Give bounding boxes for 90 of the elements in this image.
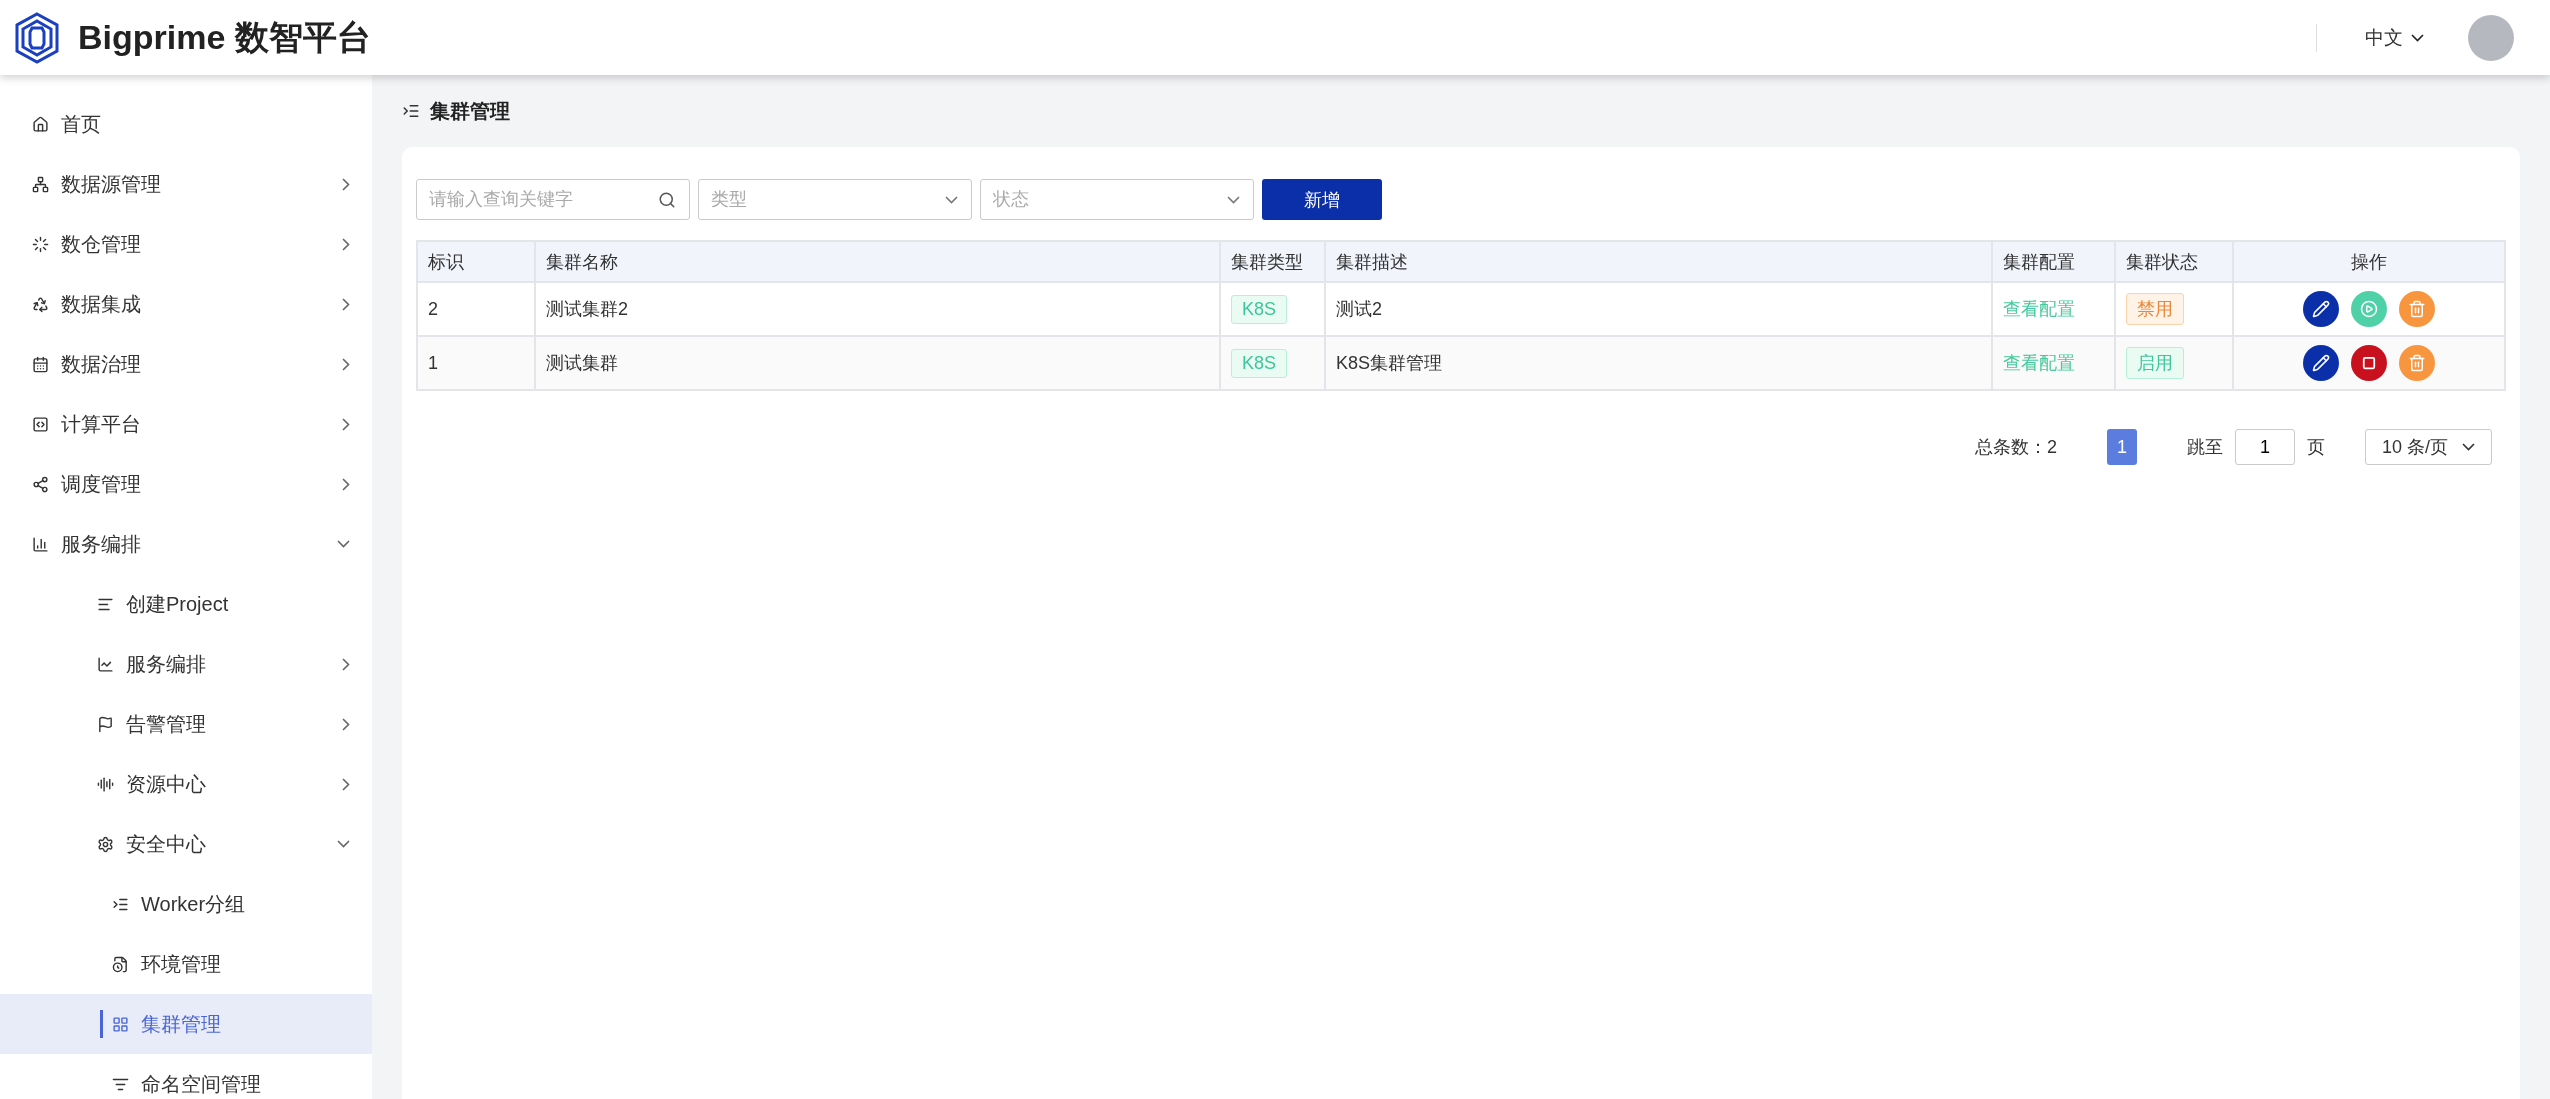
chevron-down-icon — [945, 195, 958, 204]
sidebar-item[interactable]: 首页 — [0, 94, 372, 154]
search-icon — [658, 190, 676, 209]
menu-icon — [97, 715, 114, 733]
menu-icon — [32, 175, 49, 193]
jump-label: 跳至 — [2186, 436, 2223, 459]
menu-icon — [97, 775, 114, 793]
chevron-right-icon — [342, 237, 350, 251]
status-tag: 启用 — [2126, 347, 2184, 379]
page-button[interactable]: 1 — [2106, 429, 2137, 465]
trash-icon — [2408, 300, 2426, 318]
sidebar-item[interactable]: 资源中心 — [0, 754, 372, 814]
sidebar-item[interactable]: 创建Project — [0, 574, 372, 634]
logo-icon — [14, 11, 60, 64]
avatar[interactable] — [2468, 14, 2514, 61]
chevron-right-icon — [342, 777, 350, 791]
language-select[interactable]: 中文 — [2365, 24, 2424, 51]
chevron-right-icon — [342, 657, 350, 671]
table-cell: K8S集群管理 — [1325, 336, 1992, 390]
add-button[interactable]: 新增 — [1262, 179, 1382, 220]
delete-button[interactable] — [2399, 291, 2435, 327]
chevron-right-icon — [342, 717, 350, 731]
menu-icon — [32, 475, 49, 493]
type-select[interactable]: 类型 — [698, 179, 972, 220]
table-cell: 测试集群 — [535, 336, 1220, 390]
column-header: 集群状态 — [2115, 241, 2233, 282]
sidebar-item[interactable]: 安全中心 — [0, 814, 372, 874]
chevron-right-icon — [342, 357, 350, 371]
brand-title: Bigprime 数智平台 — [78, 16, 371, 58]
chevron-down-icon — [2411, 33, 2424, 42]
column-header: 标识 — [417, 241, 535, 282]
sidebar-item[interactable]: 集群管理 — [0, 994, 372, 1054]
sidebar-item[interactable]: 告警管理 — [0, 694, 372, 754]
stop-button[interactable] — [2351, 345, 2387, 381]
column-header: 集群描述 — [1325, 241, 1992, 282]
status-tag: 禁用 — [2126, 293, 2184, 325]
trash-icon — [2408, 354, 2426, 372]
page-unit: 页 — [2306, 436, 2325, 459]
sidebar-item[interactable]: 数据治理 — [0, 334, 372, 394]
sidebar-item[interactable]: 计算平台 — [0, 394, 372, 454]
sidebar-item[interactable]: 服务编排 — [0, 634, 372, 694]
sidebar-item[interactable]: 调度管理 — [0, 454, 372, 514]
indent-icon — [402, 102, 420, 120]
total-count: 总条数：2 — [1974, 436, 2057, 459]
chevron-down-icon — [2462, 443, 2475, 451]
menu-icon — [112, 1015, 129, 1033]
stop-icon — [2362, 356, 2376, 370]
menu-icon — [97, 835, 114, 853]
menu-icon — [32, 415, 49, 433]
column-header: 集群类型 — [1220, 241, 1325, 282]
chevron-down-icon — [1227, 195, 1240, 204]
edit-button[interactable] — [2303, 345, 2339, 381]
sidebar-item[interactable]: 服务编排 — [0, 514, 372, 574]
sidebar-item[interactable]: 命名空间管理 — [0, 1054, 372, 1099]
menu-icon — [32, 355, 49, 373]
column-header: 操作 — [2233, 241, 2505, 282]
sidebar-item[interactable]: 数据源管理 — [0, 154, 372, 214]
delete-button[interactable] — [2399, 345, 2435, 381]
sidebar-item[interactable]: Worker分组 — [0, 874, 372, 934]
chevron-right-icon — [342, 477, 350, 491]
page-input[interactable]: 1 — [2234, 429, 2295, 465]
menu-icon — [32, 115, 49, 133]
pencil-icon — [2312, 354, 2330, 372]
menu-icon — [32, 535, 49, 553]
type-tag: K8S — [1231, 294, 1288, 324]
sidebar-item[interactable]: 环境管理 — [0, 934, 372, 994]
edit-button[interactable] — [2303, 291, 2339, 327]
search-field[interactable]: 请输入查询关键字 — [416, 179, 690, 220]
chevron-right-icon — [342, 177, 350, 191]
table-cell: 1 — [417, 336, 535, 390]
chevron-down-icon — [337, 840, 350, 848]
sidebar-item[interactable]: 数据集成 — [0, 274, 372, 334]
chevron-down-icon — [337, 540, 350, 548]
page-title: 集群管理 — [430, 98, 510, 124]
selection-bar — [100, 1010, 103, 1038]
pencil-icon — [2312, 300, 2330, 318]
play-button[interactable] — [2351, 291, 2387, 327]
chevron-right-icon — [342, 297, 350, 311]
menu-icon — [32, 295, 49, 313]
status-select[interactable]: 状态 — [980, 179, 1254, 220]
chevron-right-icon — [342, 417, 350, 431]
page-size-select[interactable]: 10 条/页 — [2364, 429, 2492, 465]
play-icon — [2360, 300, 2378, 318]
menu-icon — [32, 235, 49, 253]
menu-icon — [112, 955, 129, 973]
column-header: 集群名称 — [535, 241, 1220, 282]
menu-icon — [97, 655, 114, 673]
type-tag: K8S — [1231, 348, 1288, 378]
column-header: 集群配置 — [1992, 241, 2115, 282]
sidebar-item[interactable]: 数仓管理 — [0, 214, 372, 274]
